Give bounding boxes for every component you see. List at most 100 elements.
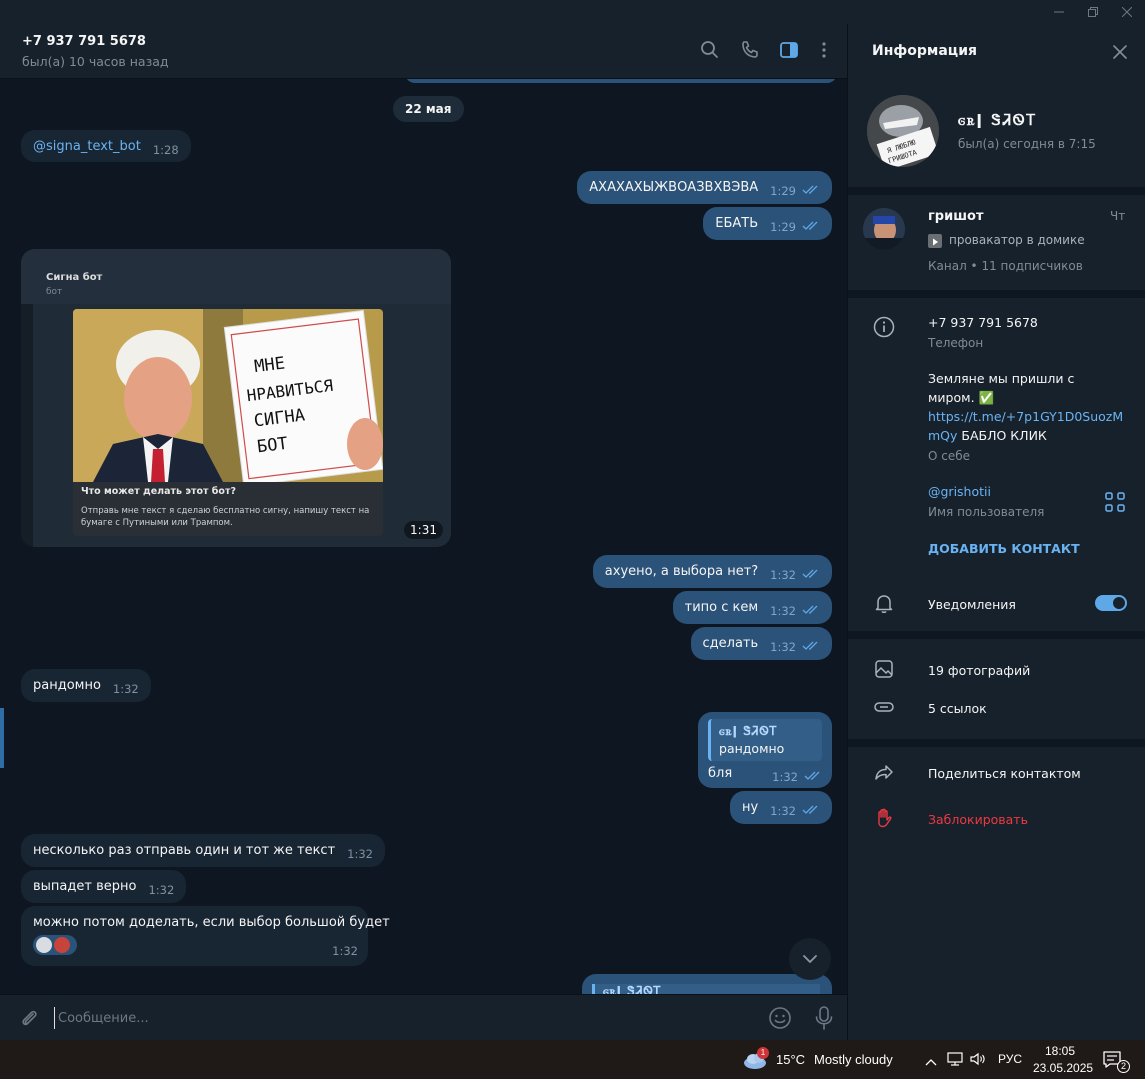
sidebar-toggle-icon[interactable] — [777, 38, 801, 62]
media-message[interactable]: Сигна бот бот МНЕ НРАВИТЬСЯ СИГНА БОТ Чт… — [21, 249, 451, 547]
reply-author: ꮆꭱǀ ᏕᏘᏫᎢ — [592, 984, 820, 994]
close-icon[interactable] — [1109, 41, 1131, 63]
trump-sign-photo: МНЕ НРАВИТЬСЯ СИГНА БОТ — [73, 309, 383, 482]
message-text: выпадет верно — [33, 879, 137, 894]
weather-desc[interactable]: Mostly cloudy — [814, 1052, 893, 1067]
channel-avatar — [863, 208, 905, 250]
message-text: можно потом доделать, если выбор большой… — [33, 915, 390, 930]
chat-title[interactable]: +7 937 791 5678 — [22, 34, 146, 49]
message-time: 1:32 — [772, 770, 798, 784]
message-incoming[interactable]: можно потом доделать, если выбор большой… — [21, 906, 390, 966]
add-contact-button[interactable]: ДОБАВИТЬ КОНТАКТ — [928, 541, 1080, 556]
links-link[interactable]: 5 ссылок — [928, 701, 987, 716]
message-time: 1:32 — [770, 568, 796, 582]
personal-channel[interactable]: гришот Чт провакатор в домике Канал • 11… — [848, 195, 1145, 290]
link-icon — [873, 696, 895, 718]
read-ticks-icon — [804, 769, 822, 787]
reply-text: рандомно — [719, 741, 785, 756]
message-input[interactable] — [54, 1007, 734, 1029]
message-incoming[interactable]: рандомно 1:32 — [21, 669, 151, 702]
photos-link[interactable]: 19 фотографий — [928, 663, 1030, 678]
message-time: 1:32 — [770, 640, 796, 654]
more-menu-icon[interactable] — [812, 38, 836, 62]
bot-name: Сигна бот — [46, 272, 103, 283]
message-outgoing-reply[interactable]: ꮆꭱǀ ᏕᏘᏫᎢ рандомно бля 1:32 — [698, 712, 832, 788]
message-reactions[interactable]: 1:32 — [33, 935, 358, 958]
phone-number[interactable]: +7 937 791 5678 — [928, 315, 1038, 330]
microphone-icon[interactable] — [812, 1005, 836, 1031]
emoji-icon[interactable] — [768, 1006, 792, 1030]
input-language[interactable]: РУС — [998, 1052, 1022, 1066]
taskbar: 1 15°C Mostly cloudy РУС 18:05 23.05.202… — [0, 1040, 1145, 1079]
qr-code-icon[interactable] — [1104, 491, 1126, 513]
message-outgoing[interactable]: ахуено, а выбора нет? 1:32 — [592, 555, 832, 588]
read-ticks-icon — [802, 639, 820, 657]
message-time: 1:29 — [770, 184, 796, 198]
message-outgoing[interactable]: сделать 1:32 — [690, 627, 832, 660]
bio-line-1: Земляне мы пришли с — [928, 371, 1075, 386]
window-titlebar — [0, 0, 1145, 24]
username-link[interactable]: @grishotii — [928, 484, 991, 499]
bio-line-4: mQy БАБЛО КЛИК — [928, 428, 1047, 443]
message-text: сделать — [702, 636, 759, 651]
message-text: типо с кем — [684, 600, 759, 615]
bio-link[interactable]: https://t.me/+7p1GY1D0SuozM — [928, 409, 1123, 424]
notifications-toggle[interactable] — [1095, 595, 1127, 611]
message-text: несколько раз отправь один и тот же текс… — [33, 843, 336, 858]
message-outgoing[interactable]: ну 1:32 — [729, 791, 832, 824]
message-text: ну — [741, 800, 759, 815]
clock-time[interactable]: 18:05 — [1045, 1044, 1075, 1058]
reply-author: ꮆꭱǀ ᏕᏘᏫᎢ — [719, 724, 778, 738]
message-time: 1:32 — [148, 883, 175, 897]
phone-label: Телефон — [928, 336, 984, 350]
message-outgoing[interactable]: АХАХАХЫЖВОАЗВХВЭВА 1:29 — [577, 171, 832, 204]
restore-icon[interactable] — [1077, 0, 1109, 24]
network-icon[interactable] — [946, 1051, 964, 1067]
message-outgoing[interactable]: ЕБАТЬ 1:29 — [703, 207, 832, 240]
message-bubble-partial — [405, 79, 837, 83]
bot-question: Что может делать этот бот? — [81, 486, 236, 497]
message-incoming[interactable]: выпадет верно 1:32 — [21, 870, 187, 903]
message-time: 1:29 — [770, 220, 796, 234]
block-hand-icon — [873, 807, 895, 829]
block-user-button[interactable]: Заблокировать — [928, 812, 1028, 827]
bio-label: О себе — [928, 449, 971, 463]
sign-line-1: МНЕ — [253, 353, 286, 377]
message-list[interactable]: 22 мая @signa_text_bot 1:28 АХАХАХЫЖВОАЗВ… — [0, 79, 847, 994]
reaction-avatars[interactable] — [33, 935, 77, 955]
profile-avatar[interactable]: Я ЛЮБЛЮ ГРИШОТА — [867, 95, 939, 167]
read-ticks-icon — [802, 219, 820, 237]
channel-meta: Канал • 11 подписчиков — [928, 259, 1083, 273]
message-time: 1:32 — [347, 847, 373, 861]
chat-header: +7 937 791 5678 был(а) 10 часов назад — [0, 24, 847, 79]
attach-icon[interactable] — [18, 1007, 40, 1029]
close-window-icon[interactable] — [1111, 0, 1143, 24]
weather-badge: 1 — [757, 1047, 769, 1059]
message-incoming[interactable]: несколько раз отправь один и тот же текс… — [21, 834, 385, 867]
reaction-avatar — [36, 937, 52, 953]
message-text: ЕБАТЬ — [715, 216, 759, 231]
share-contact-button[interactable]: Поделиться контактом — [928, 766, 1081, 781]
info-panel: Информация Я ЛЮБЛЮ ГРИШОТА ꮆꭱǀ ᏕᏘᏫᎢ был(… — [847, 24, 1145, 1040]
chat-status: был(а) 10 часов назад — [22, 54, 169, 69]
sign-line-4: БОТ — [256, 434, 289, 458]
message-incoming[interactable]: @signa_text_bot 1:28 — [21, 130, 191, 162]
minimize-icon[interactable] — [1043, 0, 1075, 24]
search-icon[interactable] — [698, 38, 722, 62]
volume-icon[interactable] — [969, 1051, 987, 1067]
bot-mention-link[interactable]: @signa_text_bot — [33, 139, 141, 154]
message-outgoing[interactable]: типо с кем 1:32 — [672, 591, 832, 624]
weather-temp[interactable]: 15°C — [776, 1052, 805, 1067]
photo-icon — [873, 658, 895, 680]
tray-chevron-up-icon[interactable] — [924, 1053, 938, 1066]
read-ticks-icon — [802, 567, 820, 585]
message-outgoing-partial[interactable]: ꮆꭱǀ ᏕᏘᏫᎢ — [582, 974, 832, 994]
scroll-down-button[interactable] — [789, 938, 831, 980]
clock-date[interactable]: 23.05.2025 — [1033, 1061, 1093, 1075]
phone-call-icon[interactable] — [738, 38, 762, 62]
bot-preview-card: МНЕ НРАВИТЬСЯ СИГНА БОТ Что может делать… — [73, 309, 383, 536]
info-icon — [873, 316, 895, 338]
reply-quote[interactable]: ꮆꭱǀ ᏕᏘᏫᎢ рандомно — [708, 719, 822, 761]
read-ticks-icon — [802, 183, 820, 201]
bio-link-end[interactable]: mQy — [928, 428, 957, 443]
